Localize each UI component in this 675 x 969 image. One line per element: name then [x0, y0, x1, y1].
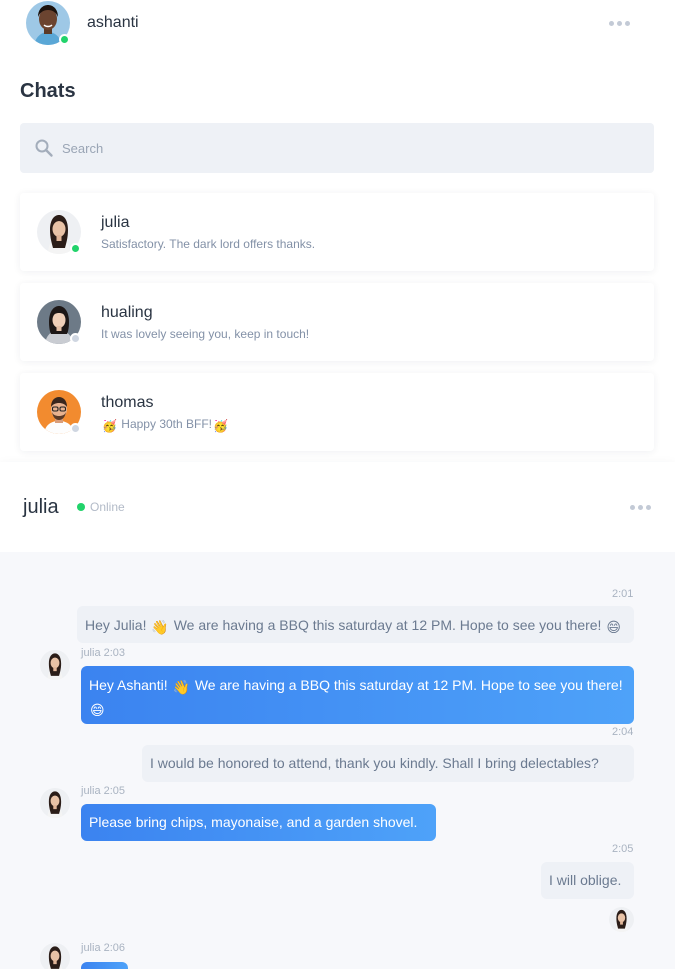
party-face-emoji: 🥳 — [213, 419, 228, 433]
grinning-face-emoji: 😄 — [90, 702, 105, 718]
conversation-header: julia Online — [0, 462, 675, 552]
message-text: We are having a BBQ this saturday at 12 … — [173, 617, 602, 633]
chat-item-hualing[interactable]: hualing It was lovely seeing you, keep i… — [20, 283, 654, 361]
message-meta: julia 2:06 — [81, 942, 126, 954]
chat-preview: 🥳 Happy 30th BFF!🥳 — [101, 417, 229, 433]
message-list[interactable]: 2:01 Hey Julia! 👋 We are having a BBQ th… — [0, 552, 675, 969]
message-text: Hey Julia! — [85, 617, 147, 633]
message-text: I will oblige. — [549, 872, 622, 888]
chat-item-thomas[interactable]: thomas 🥳 Happy 30th BFF!🥳 — [20, 373, 654, 451]
offline-status-dot — [70, 333, 81, 344]
message-text: Please bring chips, mayonaise, and a gar… — [89, 814, 418, 830]
message-bubble-incoming: Please bring chips, mayonaise, and a gar… — [81, 804, 436, 841]
chat-preview-text: Happy 30th BFF! — [121, 417, 213, 431]
message-meta: julia 2:03 — [81, 647, 126, 659]
message-bubble-incoming: Hey Ashanti! 👋 We are having a BBQ this … — [81, 666, 634, 724]
chats-title: Chats — [20, 80, 76, 102]
message-bubble-outgoing: Hey Julia! 👋 We are having a BBQ this sa… — [77, 606, 634, 643]
chat-name: thomas — [101, 394, 154, 411]
message-meta: julia 2:05 — [81, 785, 126, 797]
online-status-dot — [77, 503, 85, 511]
message-bubble-outgoing: I will oblige. — [541, 862, 634, 899]
waving-hand-emoji: 👋 — [151, 619, 169, 635]
grinning-face-emoji: 😄 — [606, 619, 621, 635]
chat-name: julia — [101, 214, 130, 231]
search-input[interactable] — [62, 138, 622, 158]
current-user-name: ashanti — [87, 14, 139, 31]
party-face-emoji: 🥳 — [102, 419, 117, 433]
offline-status-dot — [70, 423, 81, 434]
message-timestamp: 2:01 — [612, 588, 634, 600]
message-text: Hey Ashanti! — [89, 677, 168, 693]
more-options-icon[interactable] — [630, 505, 651, 510]
message-text: We are having a BBQ this saturday at 12 … — [194, 677, 623, 693]
sender-avatar — [40, 650, 70, 680]
sender-avatar — [40, 943, 70, 969]
current-user-header: ashanti — [0, 0, 675, 50]
more-options-icon[interactable] — [609, 21, 630, 26]
message-timestamp: 2:04 — [612, 726, 634, 738]
message-text: I would be honored to attend, thank you … — [150, 755, 599, 771]
message-bubble-incoming — [81, 962, 128, 969]
online-status-dot — [70, 243, 81, 254]
chat-preview: Satisfactory. The dark lord offers thank… — [101, 237, 316, 251]
message-bubble-outgoing: I would be honored to attend, thank you … — [142, 745, 634, 782]
message-timestamp: 2:05 — [612, 843, 634, 855]
chat-item-julia[interactable]: julia Satisfactory. The dark lord offers… — [20, 193, 654, 271]
read-receipt-avatar — [609, 907, 634, 932]
sender-avatar — [40, 788, 70, 818]
conversation-status: Online — [90, 500, 125, 514]
search-icon[interactable] — [34, 138, 54, 158]
conversation-title: julia — [23, 496, 59, 518]
chat-name: hualing — [101, 304, 153, 321]
chat-preview: It was lovely seeing you, keep in touch! — [101, 327, 310, 341]
waving-hand-emoji: 👋 — [172, 679, 190, 695]
online-status-dot — [59, 34, 70, 45]
